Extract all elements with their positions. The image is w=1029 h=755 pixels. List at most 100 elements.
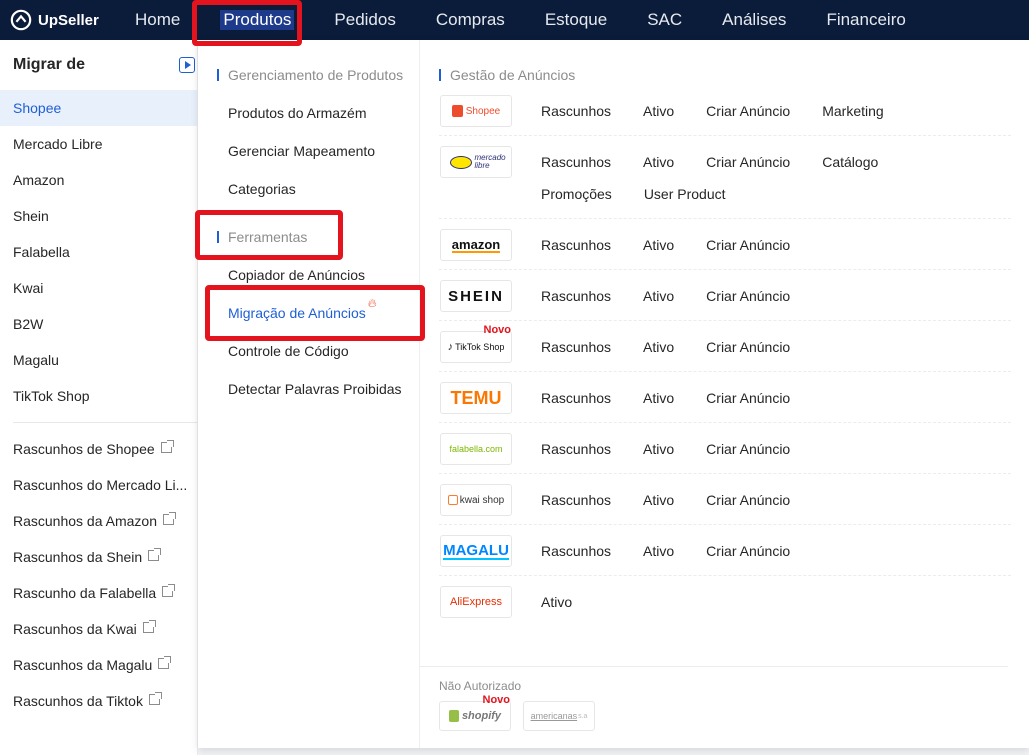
section-title-ferramentas: Ferramentas: [198, 227, 307, 247]
section-title-gestao: Gestão de Anúncios: [439, 65, 1011, 85]
link-ativo[interactable]: Ativo: [541, 586, 572, 618]
link-promocoes[interactable]: Promoções: [541, 178, 612, 210]
amazon-logo: amazon: [440, 229, 512, 261]
link-user-product[interactable]: User Product: [644, 178, 726, 210]
sidebar-draft-kwai[interactable]: Rascunhos da Kwai: [0, 611, 197, 647]
nav-analises[interactable]: Análises: [702, 0, 806, 40]
sidebar-draft-shopee[interactable]: Rascunhos de Shopee: [0, 431, 197, 467]
link-ativo[interactable]: Ativo: [643, 229, 674, 261]
menu-detectar-palavras[interactable]: Detectar Palavras Proibidas: [198, 370, 419, 408]
listing-row-kwai: kwai shop Rascunhos Ativo Criar Anúncio: [439, 474, 1011, 525]
listing-row-temu: TEMU Rascunhos Ativo Criar Anúncio: [439, 372, 1011, 423]
link-ativo[interactable]: Ativo: [643, 484, 674, 516]
listing-row-falabella: falabella.com Rascunhos Ativo Criar Anún…: [439, 423, 1011, 474]
link-rascunhos[interactable]: Rascunhos: [541, 280, 611, 312]
external-link-icon: [162, 583, 176, 597]
menu-migracao-anuncios[interactable]: Migração de Anúncios 🔥︎: [198, 294, 419, 332]
link-rascunhos[interactable]: Rascunhos: [541, 331, 611, 363]
nav-pedidos[interactable]: Pedidos: [314, 0, 415, 40]
menu-gerenciar-mapeamento[interactable]: Gerenciar Mapeamento: [198, 132, 419, 170]
link-rascunhos[interactable]: Rascunhos: [541, 484, 611, 516]
sidebar-item-magalu[interactable]: Magalu: [0, 342, 197, 378]
external-link-icon: [148, 547, 162, 561]
link-rascunhos[interactable]: Rascunhos: [541, 95, 611, 127]
external-link-icon: [162, 511, 176, 525]
link-ativo[interactable]: Ativo: [643, 280, 674, 312]
sidebar-draft-tiktok[interactable]: Rascunhos da Tiktok: [0, 683, 197, 719]
sidebar-draft-amazon[interactable]: Rascunhos da Amazon: [0, 503, 197, 539]
link-criar-anuncio[interactable]: Criar Anúncio: [706, 95, 790, 127]
link-catalogo[interactable]: Catálogo: [822, 146, 878, 178]
sidebar-item-amazon[interactable]: Amazon: [0, 162, 197, 198]
sidebar-item-falabella[interactable]: Falabella: [0, 234, 197, 270]
nav-estoque[interactable]: Estoque: [525, 0, 627, 40]
link-criar-anuncio[interactable]: Criar Anúncio: [706, 331, 790, 363]
shopify-bag-icon: [448, 710, 459, 722]
link-rascunhos[interactable]: Rascunhos: [541, 535, 611, 567]
brand-logo[interactable]: UpSeller: [0, 9, 115, 31]
sidebar-item-mercado-libre[interactable]: Mercado Libre: [0, 126, 197, 162]
mercado-libre-logo: mercado libre: [440, 146, 512, 178]
sidebar-item-b2w[interactable]: B2W: [0, 306, 197, 342]
nav-sac[interactable]: SAC: [627, 0, 702, 40]
nav-produtos[interactable]: Produtos: [200, 0, 314, 40]
menu-produtos-armazem[interactable]: Produtos do Armazém: [198, 94, 419, 132]
sidebar: Migrar de Shopee Mercado Libre Amazon Sh…: [0, 40, 198, 755]
external-link-icon: [148, 691, 162, 705]
listing-row-shopee: Shopee Rascunhos Ativo Criar Anúncio Mar…: [439, 95, 1011, 136]
falabella-logo: falabella.com: [440, 433, 512, 465]
link-ativo[interactable]: Ativo: [643, 382, 674, 414]
menu-controle-codigo[interactable]: Controle de Código: [198, 332, 419, 370]
listing-row-shein: SHEIN Rascunhos Ativo Criar Anúncio: [439, 270, 1011, 321]
link-criar-anuncio[interactable]: Criar Anúncio: [706, 229, 790, 261]
sidebar-draft-mercado-libre[interactable]: Rascunhos do Mercado Li...: [0, 467, 197, 503]
nav-home[interactable]: Home: [115, 0, 200, 40]
sidebar-item-kwai[interactable]: Kwai: [0, 270, 197, 306]
play-video-icon[interactable]: [179, 57, 195, 73]
unauthorized-label: Não Autorizado: [439, 679, 522, 693]
menu-copiador-anuncios[interactable]: Copiador de Anúncios: [198, 256, 419, 294]
link-ativo[interactable]: Ativo: [643, 331, 674, 363]
listing-management: Gestão de Anúncios Shopee Rascunhos Ativ…: [420, 40, 1029, 748]
link-rascunhos[interactable]: Rascunhos: [541, 146, 611, 178]
sidebar-item-shein[interactable]: Shein: [0, 198, 197, 234]
nav-financeiro[interactable]: Financeiro: [806, 0, 925, 40]
listing-row-magalu: MAGALU Rascunhos Ativo Criar Anúncio: [439, 525, 1011, 576]
sidebar-draft-shein[interactable]: Rascunhos da Shein: [0, 539, 197, 575]
external-link-icon: [158, 655, 172, 669]
link-rascunhos[interactable]: Rascunhos: [541, 229, 611, 261]
link-rascunhos[interactable]: Rascunhos: [541, 382, 611, 414]
link-criar-anuncio[interactable]: Criar Anúncio: [706, 280, 790, 312]
brand-name: UpSeller: [38, 11, 99, 29]
link-criar-anuncio[interactable]: Criar Anúncio: [706, 535, 790, 567]
external-link-icon: [142, 619, 156, 633]
listing-row-aliexpress: AliExpress Ativo: [439, 576, 1011, 626]
top-nav: UpSeller Home Produtos Pedidos Compras E…: [0, 0, 1029, 40]
tiktok-note-icon: ♪: [447, 341, 454, 353]
external-link-icon: [160, 439, 174, 453]
kwai-shop-logo: kwai shop: [440, 484, 512, 516]
link-criar-anuncio[interactable]: Criar Anúncio: [706, 484, 790, 516]
sidebar-item-shopee[interactable]: Shopee: [0, 90, 197, 126]
shopee-logo: Shopee: [440, 95, 512, 127]
link-criar-anuncio[interactable]: Criar Anúncio: [706, 433, 790, 465]
link-marketing[interactable]: Marketing: [822, 95, 883, 127]
americanas-logo[interactable]: americanas s.a: [523, 701, 595, 731]
sidebar-item-tiktok-shop[interactable]: TikTok Shop: [0, 378, 197, 414]
listing-row-tiktok-shop: ♪ TikTok Shop Novo Rascunhos Ativo Criar…: [439, 321, 1011, 372]
link-rascunhos[interactable]: Rascunhos: [541, 433, 611, 465]
fire-icon: 🔥︎: [367, 295, 377, 310]
link-ativo[interactable]: Ativo: [643, 146, 674, 178]
link-ativo[interactable]: Ativo: [643, 95, 674, 127]
link-ativo[interactable]: Ativo: [643, 433, 674, 465]
link-criar-anuncio[interactable]: Criar Anúncio: [706, 146, 790, 178]
link-criar-anuncio[interactable]: Criar Anúncio: [706, 382, 790, 414]
menu-categorias[interactable]: Categorias: [198, 170, 419, 208]
link-ativo[interactable]: Ativo: [643, 535, 674, 567]
shopify-logo[interactable]: shopify Novo: [439, 694, 511, 731]
sidebar-draft-falabella[interactable]: Rascunho da Falabella: [0, 575, 197, 611]
sidebar-draft-magalu[interactable]: Rascunhos da Magalu: [0, 647, 197, 683]
magalu-logo: MAGALU: [440, 535, 512, 567]
nav-compras[interactable]: Compras: [416, 0, 525, 40]
tiktok-shop-logo: ♪ TikTok Shop Novo: [440, 324, 512, 363]
